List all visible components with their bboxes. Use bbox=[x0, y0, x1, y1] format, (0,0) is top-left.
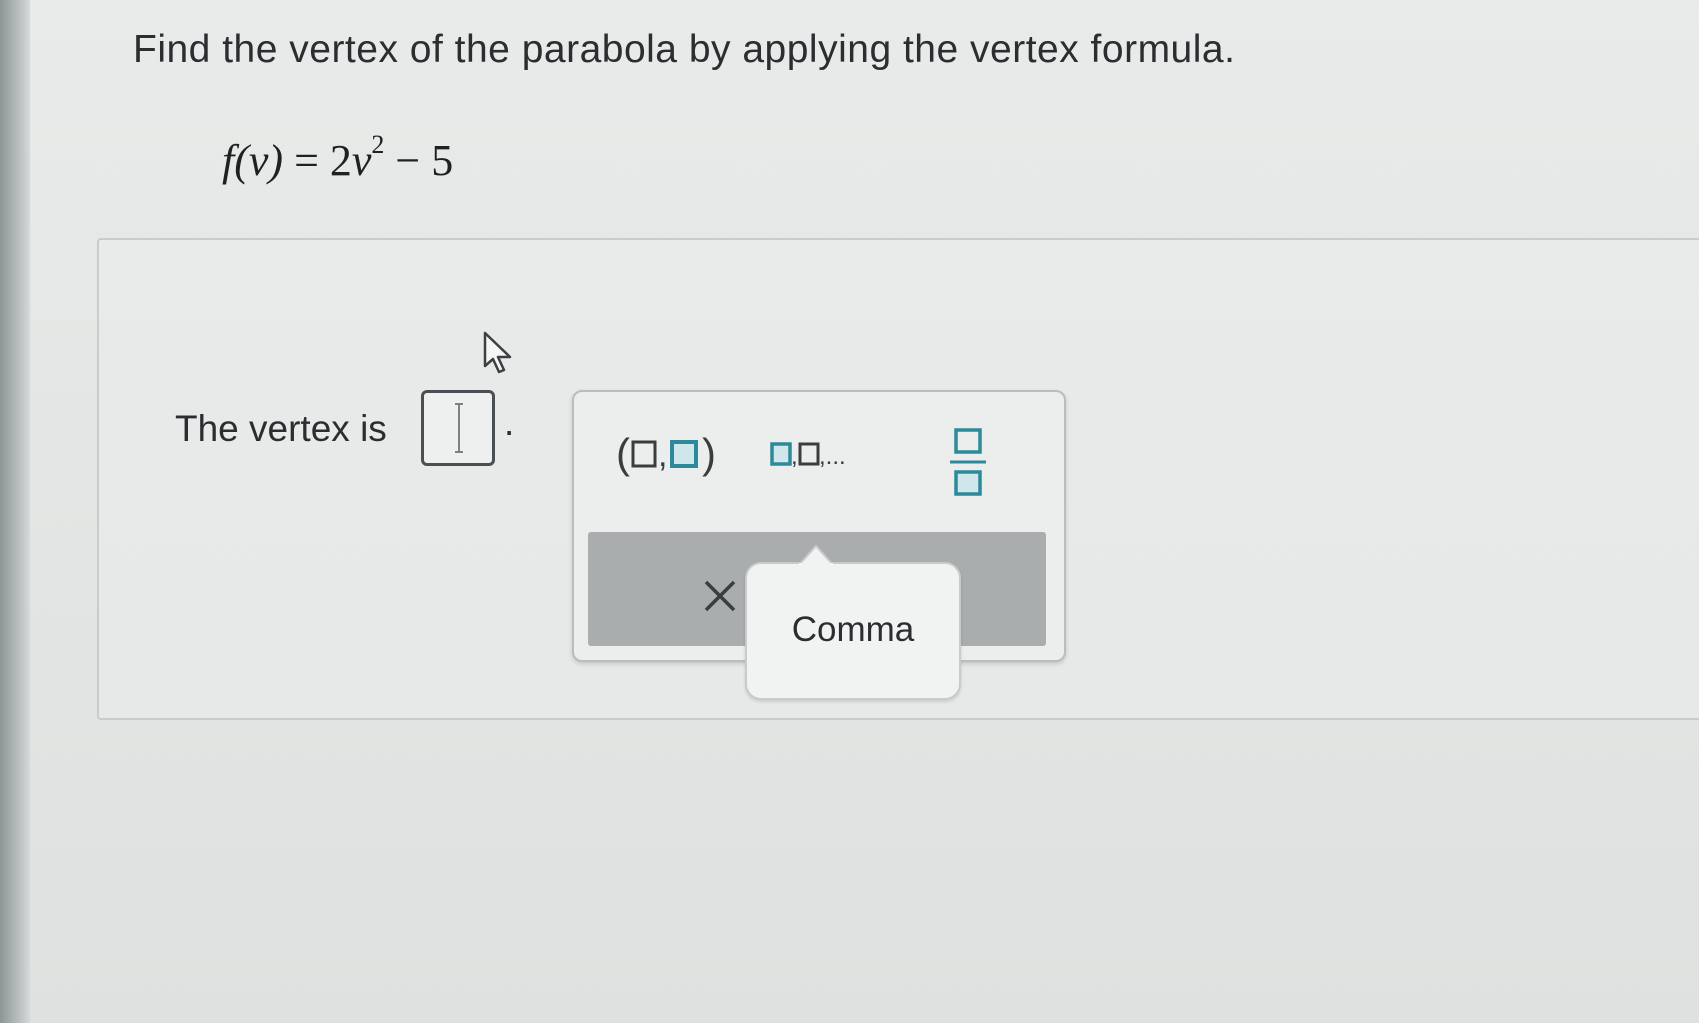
close-x-icon bbox=[704, 580, 736, 612]
list-button[interactable]: , ,... bbox=[770, 426, 880, 482]
fraction-icon bbox=[950, 428, 986, 496]
formula-variable: v bbox=[351, 136, 372, 185]
tooltip-pointer bbox=[799, 544, 833, 566]
screen-edge bbox=[0, 0, 30, 1023]
vertex-label: The vertex is bbox=[175, 408, 387, 449]
comma-tooltip: Comma bbox=[745, 544, 961, 700]
placeholder-box bbox=[798, 442, 820, 466]
clear-button[interactable] bbox=[700, 576, 740, 616]
formula-rest: − 5 bbox=[384, 136, 454, 185]
svg-text:,: , bbox=[791, 443, 798, 470]
ordered-pair-icon: ( , ) bbox=[616, 430, 716, 477]
list-icon: , ,... bbox=[770, 442, 846, 470]
tooltip-text: Comma bbox=[791, 610, 915, 649]
formula-equals: = bbox=[294, 136, 319, 185]
ordered-pair-close: ) bbox=[702, 430, 716, 477]
ordered-pair-button[interactable]: ( , ) bbox=[616, 426, 728, 482]
function-formula: f(v) = 2v2 − 5 bbox=[222, 130, 453, 186]
active-placeholder-box bbox=[670, 440, 698, 468]
placeholder-box bbox=[631, 440, 657, 468]
ordered-pair-comma: , bbox=[658, 436, 667, 474]
formula-lhs: f(v) bbox=[222, 136, 284, 185]
text-caret-icon bbox=[455, 403, 463, 453]
formula-exponent: 2 bbox=[371, 130, 385, 159]
answer-period: . bbox=[504, 402, 515, 443]
fraction-button[interactable] bbox=[944, 426, 994, 496]
ordered-pair-open: ( bbox=[616, 430, 630, 477]
vertex-answer-input[interactable] bbox=[421, 390, 495, 466]
active-placeholder-box bbox=[770, 442, 792, 466]
list-ellipsis: ,... bbox=[819, 443, 846, 470]
question-prompt: Find the vertex of the parabola by apply… bbox=[133, 28, 1236, 71]
formula-coefficient: 2 bbox=[329, 136, 352, 185]
mouse-pointer-icon bbox=[483, 331, 512, 374]
